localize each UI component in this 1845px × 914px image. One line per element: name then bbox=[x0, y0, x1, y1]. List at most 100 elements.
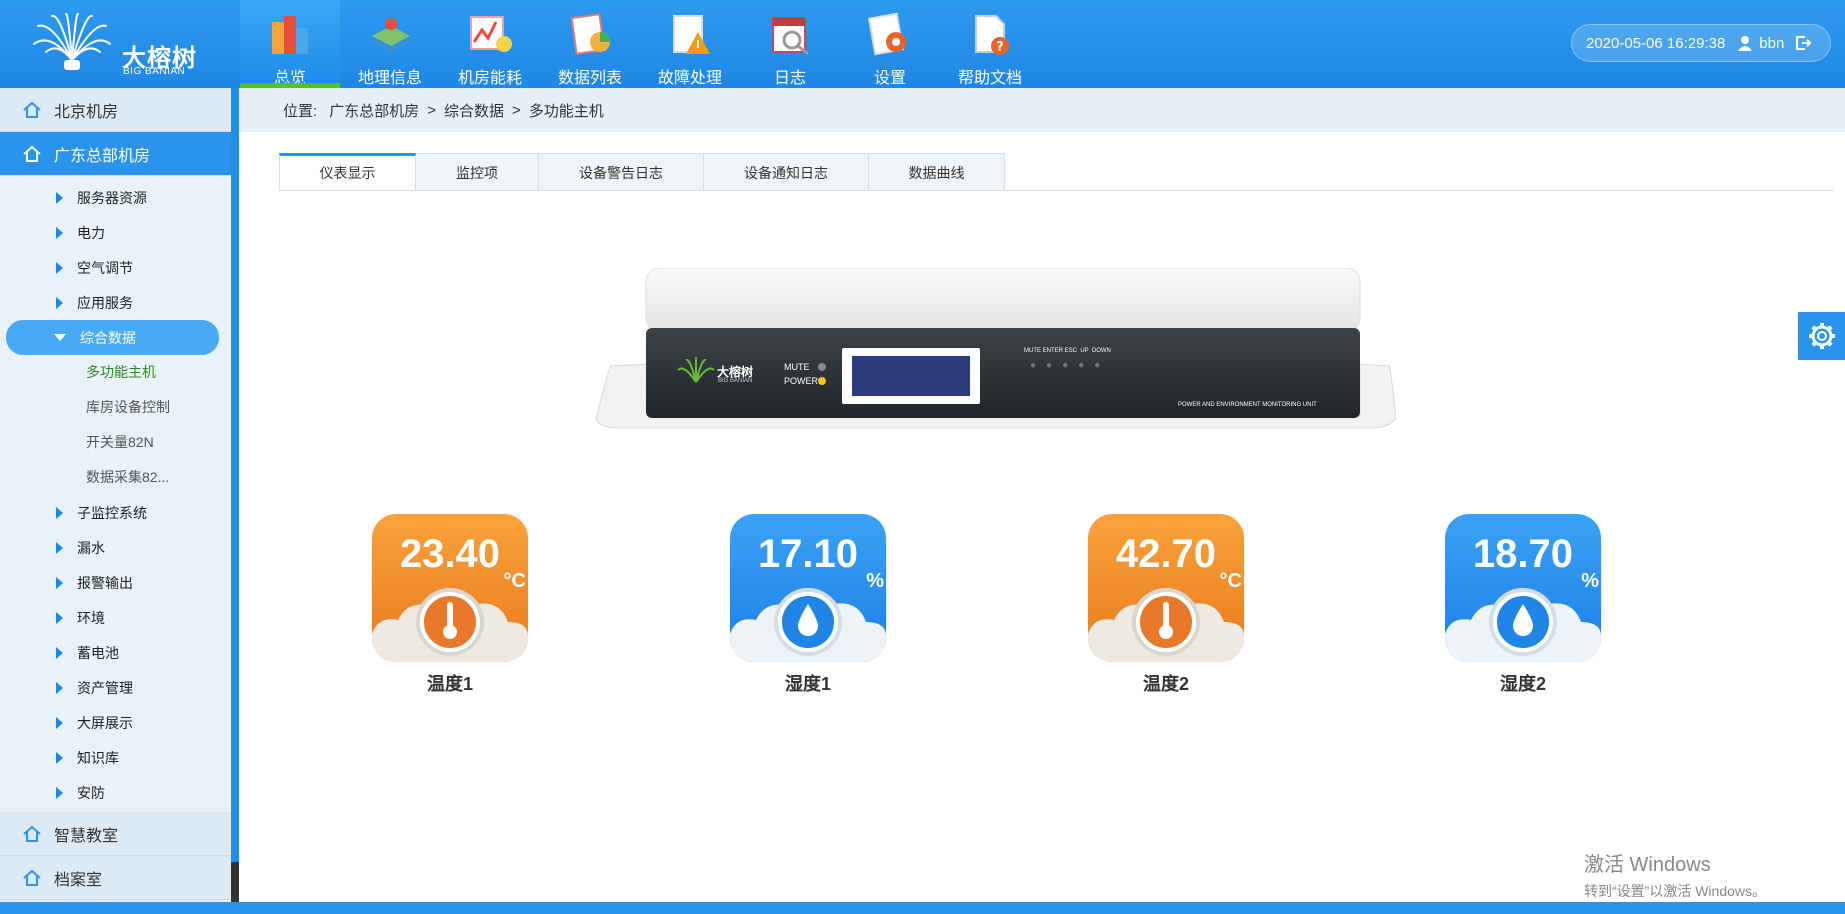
sidebar-item-big-screen[interactable]: 大屏展示 bbox=[0, 705, 231, 740]
sidebar-leaf-switch-82n[interactable]: 开关量82N bbox=[0, 425, 231, 460]
gauge-label: 温度1 bbox=[426, 674, 473, 694]
sidebar-scroll-handle[interactable] bbox=[231, 862, 239, 902]
caret-right-icon bbox=[56, 541, 63, 554]
caret-right-icon bbox=[56, 716, 63, 729]
gauge-label: 湿度2 bbox=[1499, 674, 1546, 694]
svg-text:?: ? bbox=[996, 40, 1004, 55]
sidebar-sub-list: 服务器资源 电力 空气调节 应用服务 综合数据 多功能主机 库房设备控制 开关量… bbox=[0, 176, 231, 810]
sidebar-divider bbox=[231, 88, 239, 902]
top-header: 大榕树 BIG BANIAN 总览 地理信息 机房能耗 数据列表 故障处理 日志… bbox=[0, 0, 1845, 88]
nav-energy[interactable]: 机房能耗 bbox=[440, 0, 540, 88]
caret-right-icon bbox=[56, 611, 63, 624]
fault-warning-icon bbox=[673, 15, 710, 54]
caret-right-icon bbox=[56, 751, 63, 764]
caret-down-icon bbox=[54, 334, 66, 341]
sidebar-leaf-data-collect[interactable]: 数据采集82... bbox=[0, 460, 231, 495]
gauge-temperature-1[interactable]: 23.40 °C 温度1 bbox=[372, 514, 528, 704]
monitoring-unit-image: 大榕树 BIG BANIAN MUTE POWER MUTE ENTER ESC… bbox=[590, 267, 1397, 434]
sidebar-item-app-service[interactable]: 应用服务 bbox=[0, 285, 231, 320]
thermometer-icon bbox=[372, 588, 528, 662]
device-brand-sub: BIG BANIAN bbox=[718, 378, 753, 384]
breadcrumb: 位置: 广东总部机房 > 综合数据 > 多功能主机 bbox=[239, 88, 1845, 132]
sidebar-item-sub-monitor[interactable]: 子监控系统 bbox=[0, 495, 231, 530]
device-buttons: ●●●●● bbox=[1030, 360, 1111, 371]
breadcrumb-prefix: 位置: bbox=[283, 102, 318, 120]
caret-right-icon bbox=[56, 191, 63, 204]
mute-label: MUTE bbox=[784, 362, 810, 372]
sidebar-item-assets[interactable]: 资产管理 bbox=[0, 670, 231, 705]
nav-overview[interactable]: 总览 bbox=[240, 0, 340, 88]
sidebar-item-leak[interactable]: 漏水 bbox=[0, 530, 231, 565]
logout-icon[interactable] bbox=[1794, 34, 1812, 52]
gauge-tile: 42.70 °C bbox=[1088, 514, 1244, 662]
gauge-tile: 17.10 % bbox=[730, 514, 886, 662]
sidebar-group-archive[interactable]: 档案室 bbox=[0, 856, 231, 900]
user-icon bbox=[1738, 36, 1753, 51]
gauge-value: 18.70 bbox=[1472, 532, 1574, 576]
brand-logo[interactable]: 大榕树 BIG BANIAN bbox=[30, 12, 210, 77]
sidebar-leaf-warehouse-control[interactable]: 库房设备控制 bbox=[0, 390, 231, 425]
sidebar-item-knowledge[interactable]: 知识库 bbox=[0, 740, 231, 775]
sidebar-leaf-multifunction-host[interactable]: 多功能主机 bbox=[0, 355, 231, 390]
gauge-label: 温度2 bbox=[1142, 674, 1189, 694]
current-datetime: 2020-05-06 16:29:38 bbox=[1586, 34, 1726, 52]
nav-help[interactable]: ? 帮助文档 bbox=[940, 0, 1040, 88]
sidebar-item-security[interactable]: 安防 bbox=[0, 775, 231, 810]
sidebar-item-server[interactable]: 服务器资源 bbox=[0, 180, 231, 215]
breadcrumb-item[interactable]: 广东总部机房 bbox=[329, 100, 419, 121]
help-doc-icon: ? bbox=[975, 15, 1009, 55]
caret-right-icon bbox=[56, 261, 63, 274]
caret-right-icon bbox=[56, 296, 63, 309]
gauge-temperature-2[interactable]: 42.70 °C 温度2 bbox=[1088, 514, 1244, 704]
sidebar-item-environment[interactable]: 环境 bbox=[0, 600, 231, 635]
nav-settings[interactable]: 设置 bbox=[840, 0, 940, 88]
sidebar-item-alarm-output[interactable]: 报警输出 bbox=[0, 565, 231, 600]
settings-float-button[interactable] bbox=[1798, 312, 1845, 360]
caret-right-icon bbox=[56, 506, 63, 519]
username[interactable]: bbn bbox=[1759, 35, 1784, 52]
sidebar-group-beijing[interactable]: 北京机房 bbox=[0, 88, 231, 132]
caret-right-icon bbox=[56, 646, 63, 659]
home-icon bbox=[23, 869, 41, 886]
home-icon bbox=[23, 825, 41, 842]
gauge-humidity-2[interactable]: 18.70 % 湿度2 bbox=[1445, 514, 1601, 704]
sidebar-item-air[interactable]: 空气调节 bbox=[0, 250, 231, 285]
gauge-value: 17.10 bbox=[757, 532, 859, 576]
power-led bbox=[818, 377, 826, 385]
windows-activation-watermark: 激活 Windows 转到“设置”以激活 Windows。 bbox=[1584, 854, 1767, 899]
nav-log[interactable]: 日志 bbox=[740, 0, 840, 88]
breadcrumb-item[interactable]: 综合数据 bbox=[444, 100, 504, 121]
sidebar-item-battery[interactable]: 蓄电池 bbox=[0, 635, 231, 670]
data-list-icon bbox=[570, 13, 610, 55]
mute-led bbox=[818, 363, 826, 371]
tab-monitor-items[interactable]: 监控项 bbox=[416, 153, 539, 191]
user-status-bar: 2020-05-06 16:29:38 bbn bbox=[1571, 24, 1831, 62]
nav-geo-info[interactable]: 地理信息 bbox=[340, 0, 440, 88]
tab-notify-log[interactable]: 设备通知日志 bbox=[704, 153, 869, 191]
sidebar-group-guangdong[interactable]: 广东总部机房 bbox=[0, 132, 231, 176]
gauge-tile: 23.40 °C bbox=[372, 514, 528, 662]
sidebar-group-smart-classroom[interactable]: 智慧教室 bbox=[0, 812, 231, 856]
gauge-humidity-1[interactable]: 17.10 % 湿度1 bbox=[730, 514, 886, 704]
gauge-label: 湿度1 bbox=[784, 674, 831, 694]
brand-subtitle: BIG BANIAN bbox=[123, 66, 186, 77]
thermometer-icon bbox=[1088, 588, 1244, 662]
tab-data-curve[interactable]: 数据曲线 bbox=[869, 153, 1005, 191]
sidebar-item-power[interactable]: 电力 bbox=[0, 215, 231, 250]
banyan-tree-icon bbox=[33, 12, 111, 70]
tab-gauge-display[interactable]: 仪表显示 bbox=[279, 153, 416, 191]
tab-warning-log[interactable]: 设备警告日志 bbox=[539, 153, 704, 191]
home-icon bbox=[23, 145, 41, 162]
caret-right-icon bbox=[56, 226, 63, 239]
nav-fault[interactable]: 故障处理 bbox=[640, 0, 740, 88]
device-illustration bbox=[595, 267, 1397, 429]
nav-data-list[interactable]: 数据列表 bbox=[540, 0, 640, 88]
tab-bar: 仪表显示 监控项 设备警告日志 设备通知日志 数据曲线 bbox=[279, 153, 1005, 191]
device-button-labels: MUTE ENTER ESC UP DOWN bbox=[1024, 348, 1111, 354]
sidebar-item-integrated-data[interactable]: 综合数据 bbox=[6, 320, 219, 355]
bottom-bar bbox=[0, 902, 1845, 914]
map-icon bbox=[371, 18, 411, 52]
settings-icon bbox=[868, 12, 906, 56]
main-nav: 总览 地理信息 机房能耗 数据列表 故障处理 日志 设置 ? 帮助文档 bbox=[240, 0, 1040, 88]
device-model-text: POWER AND ENVIRONMENT MONITORING UNIT bbox=[1178, 402, 1317, 408]
